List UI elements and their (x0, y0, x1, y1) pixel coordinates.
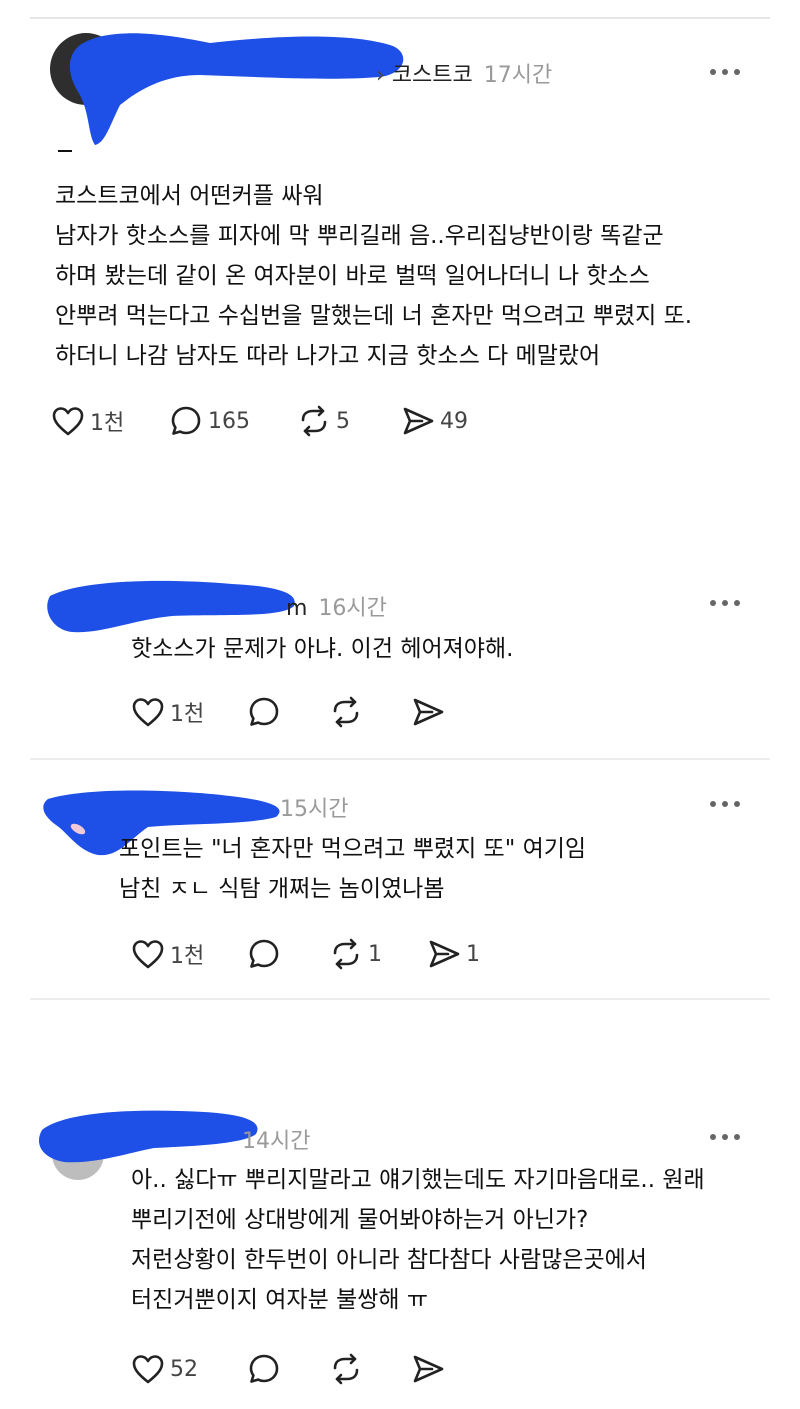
post-body-line: 하며 봤는데 같이 온 여자분이 바로 벌떡 일어나더니 나 핫소스 (55, 263, 650, 289)
dash-mark (58, 150, 72, 152)
comment-button[interactable] (246, 1349, 282, 1389)
comment-button[interactable] (246, 934, 282, 974)
reply-body-line: 남친 ㅈㄴ 식탐 개쩌는 놈이였나봄 (119, 876, 445, 902)
reply-actions: 1천 1 1 (130, 934, 490, 974)
comment-icon (168, 403, 204, 439)
reply-time: 14시간 (242, 1129, 311, 1154)
repost-button[interactable]: 1 (328, 934, 382, 974)
post-time: 17시간 (483, 63, 553, 88)
reply-time: 16시간 (318, 596, 387, 621)
heart-icon (130, 936, 166, 972)
repost-icon (328, 1351, 364, 1387)
more-options-icon[interactable] (710, 67, 742, 77)
author-name-tail[interactable]: m (286, 596, 307, 621)
reply-meta: m 16시간 (286, 590, 387, 622)
like-button[interactable]: 1천 (130, 934, 204, 974)
reply-meta: 15시간 (276, 791, 348, 823)
post-body-line: 코스트코에서 어떤커플 싸워 (55, 183, 324, 209)
share-button[interactable]: 49 (400, 401, 468, 441)
send-icon (426, 936, 462, 972)
comment-icon (246, 936, 282, 972)
reply-body-line: 저런상황이 한두번이 아니라 참다참다 사람많은곳에서 (131, 1247, 647, 1273)
comment-button[interactable]: 165 (168, 401, 250, 441)
heart-icon (130, 1351, 166, 1387)
reply-body-line: 터진거뿐이지 여자분 불쌍해 ㅠ (131, 1287, 429, 1313)
like-count: 52 (170, 1356, 198, 1382)
share-button[interactable]: 1 (426, 934, 480, 974)
like-count: 1천 (170, 702, 205, 727)
reply-body: 아.. 싫다ㅠ 뿌리지말라고 얘기했는데도 자기마음대로.. 원래 뿌리기전에 … (131, 1160, 705, 1320)
reply-body-line: 뿌리기전에 상대방에게 물어봐야하는거 아닌가? (131, 1207, 589, 1233)
reply-actions: 1천 (130, 692, 460, 732)
reply-body-line: 핫소스가 문제가 아냐. 이건 헤어져야해. (131, 636, 514, 662)
comment-button[interactable] (246, 692, 282, 732)
reply-meta: 14시간 (238, 1123, 310, 1155)
reply-actions: 52 (130, 1349, 460, 1389)
post-body: 코스트코에서 어떤커플 싸워 남자가 핫소스를 피자에 막 뿌리길래 음..우리… (55, 176, 692, 376)
reply-body: 핫소스가 문제가 아냐. 이건 헤어져야해. (131, 629, 513, 669)
redacted-username-mark (47, 580, 295, 633)
repost-icon (328, 694, 364, 730)
repost-count: 1 (368, 941, 382, 967)
post-body-line: 남자가 핫소스를 피자에 막 뿌리길래 음..우리집냥반이랑 똑같군 (55, 223, 664, 249)
send-icon (400, 403, 436, 439)
comment-icon (246, 694, 282, 730)
comment-count: 165 (208, 408, 250, 434)
divider (30, 758, 770, 760)
like-button[interactable]: 1천 (50, 401, 124, 441)
repost-icon (328, 936, 364, 972)
more-options-icon[interactable] (710, 799, 742, 809)
repost-count: 5 (336, 408, 350, 434)
divider (30, 998, 770, 1000)
post-meta: › 코스트코 17시간 (376, 63, 553, 88)
repost-button[interactable] (328, 692, 364, 732)
top-divider (30, 17, 770, 19)
like-button[interactable]: 52 (130, 1349, 198, 1389)
more-options-icon[interactable] (710, 1132, 742, 1142)
comment-icon (246, 1351, 282, 1387)
post-body-line: 하더니 나감 남자도 따라 나가고 지금 핫소스 다 메말랐어 (55, 343, 601, 369)
repost-button[interactable] (328, 1349, 364, 1389)
author-name[interactable]: 코스트코 (392, 63, 473, 88)
like-count: 1천 (90, 411, 125, 436)
post-body-line: 안뿌려 먹는다고 수십번을 말했는데 너 혼자만 먹으려고 뿌렸지 또. (55, 303, 693, 329)
reply-body: 포인트는 "너 혼자만 먹으려고 뿌렸지 또" 여기임 남친 ㅈㄴ 식탐 개쩌는… (119, 829, 586, 909)
reply-time: 15시간 (280, 797, 349, 822)
repost-icon (296, 403, 332, 439)
repost-button[interactable]: 5 (296, 401, 350, 441)
reply-body-line: 포인트는 "너 혼자만 먹으려고 뿌렸지 또" 여기임 (119, 836, 587, 862)
heart-icon (130, 694, 166, 730)
post-actions: 1천 165 5 49 (50, 401, 550, 441)
send-icon (410, 1351, 446, 1387)
heart-icon (50, 403, 86, 439)
share-button[interactable] (410, 1349, 446, 1389)
like-count: 1천 (170, 944, 205, 969)
share-button[interactable] (410, 692, 446, 732)
like-button[interactable]: 1천 (130, 692, 204, 732)
more-options-icon[interactable] (710, 598, 742, 608)
send-icon (410, 694, 446, 730)
share-count: 49 (440, 408, 468, 434)
redacted-username-mark (69, 33, 404, 145)
share-count: 1 (466, 941, 480, 967)
reply-body-line: 아.. 싫다ㅠ 뿌리지말라고 얘기했는데도 자기마음대로.. 원래 (131, 1167, 705, 1193)
